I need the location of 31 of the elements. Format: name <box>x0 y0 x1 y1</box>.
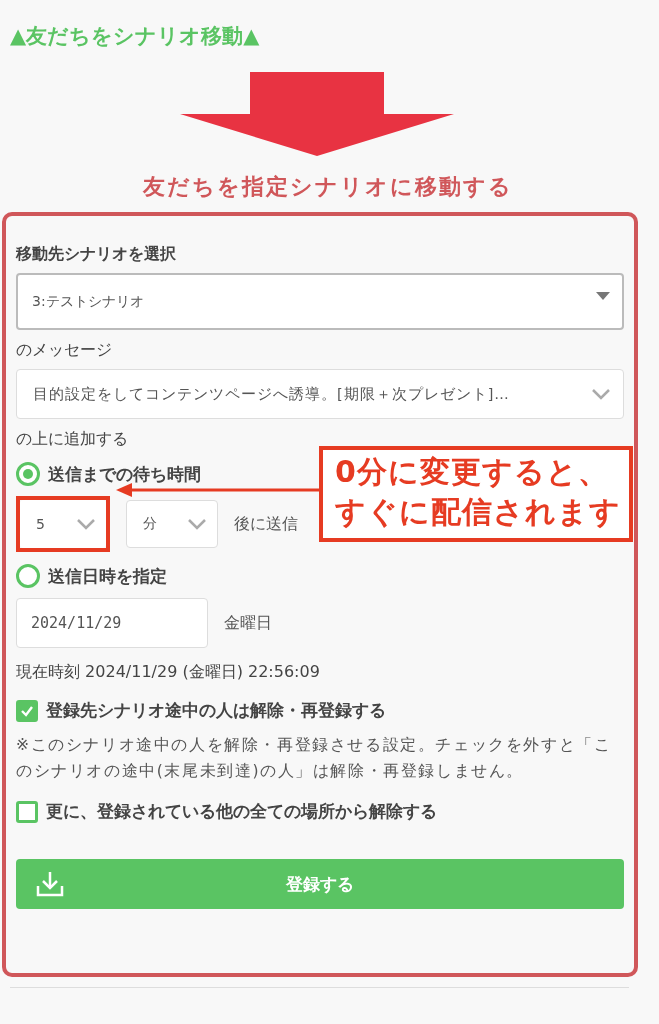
suffix-text: 後に送信 <box>234 513 298 535</box>
callout-text: 0分に変更すると、 <box>335 453 610 491</box>
radio-button[interactable] <box>16 564 40 588</box>
field-label: のメッセージ <box>16 340 113 361</box>
download-icon <box>36 871 64 897</box>
field-label: 移動先シナリオを選択 <box>16 244 177 265</box>
radio-button[interactable] <box>16 462 40 486</box>
section-heading: ▲友だちをシナリオ移動▲ <box>9 23 261 50</box>
radio-label[interactable]: 送信までの待ち時間 <box>48 462 201 486</box>
checkbox-label[interactable]: 登録先シナリオ途中の人は解除・再登録する <box>46 699 386 722</box>
dropdown-caret-icon <box>596 291 610 300</box>
callout-text: すぐに配信されます <box>335 493 621 531</box>
checkmark-icon <box>20 704 34 717</box>
field-label: の上に追加する <box>16 429 129 450</box>
checkbox-label[interactable]: 更に、登録されている他の全ての場所から解除する <box>46 800 437 823</box>
chevron-down-icon <box>76 518 96 530</box>
radio-label[interactable]: 送信日時を指定 <box>48 564 167 588</box>
unit-select[interactable]: 分 <box>126 500 218 548</box>
weekday-text: 金曜日 <box>224 612 272 634</box>
date-field[interactable]: 2024/11/29 <box>16 598 208 648</box>
amount-select[interactable]: 5 <box>20 500 106 548</box>
checkbox[interactable] <box>16 699 38 722</box>
message-select[interactable]: 目的設定をしてコンテンツページへ誘導。[期限＋次プレゼント]… <box>16 369 624 419</box>
checkbox[interactable] <box>16 800 38 823</box>
scenario-select[interactable]: 3:テストシナリオ <box>16 273 624 330</box>
note-text: ※このシナリオ途中の人を解除・再登録させる設定。チェックを外すと「このシナリオの途中(末尾未到達)の人」は解除・再登録しません。 <box>16 735 613 782</box>
chevron-down-icon <box>591 388 611 400</box>
current-time-text: 現在時刻 2024/11/29 (金曜日) 22:56:09 <box>16 662 321 683</box>
section-title: 友だちを指定シナリオに移動する <box>141 173 514 201</box>
down-arrow-icon <box>180 72 454 156</box>
chevron-down-icon <box>187 518 207 530</box>
